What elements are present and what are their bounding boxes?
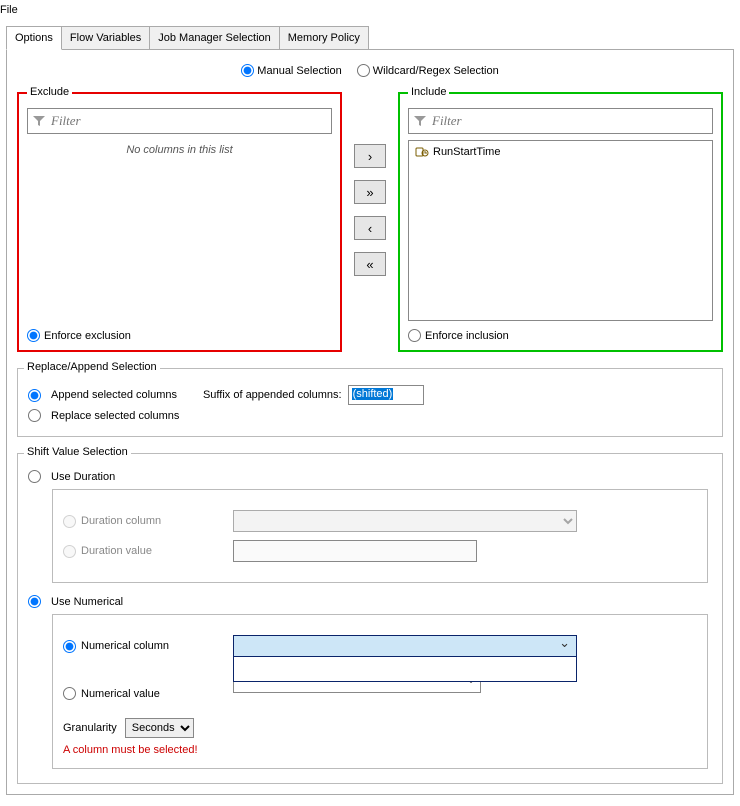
radio-manual-selection[interactable]: Manual Selection [241,64,341,77]
numerical-value-label: Numerical value [81,688,160,700]
tab-options[interactable]: Options [6,26,62,50]
move-right-button[interactable]: › [354,144,386,168]
use-numerical-label: Use Numerical [51,596,123,608]
tab-content: Manual Selection Wildcard/Regex Selectio… [6,49,734,795]
move-all-right-button[interactable]: » [354,180,386,204]
duration-column-label: Duration column [81,515,161,527]
tab-job-manager[interactable]: Job Manager Selection [149,26,280,49]
duration-value-input [233,540,477,562]
exclude-panel: Exclude No columns in this list Enforce … [17,92,342,352]
exclude-legend: Exclude [27,86,72,98]
enforce-exclusion-radio[interactable] [27,329,40,342]
duration-column-radio [63,515,76,528]
datetime-icon [415,146,429,158]
dual-list: Exclude No columns in this list Enforce … [17,92,723,352]
use-duration-radio[interactable] [28,470,41,483]
suffix-value: (shifted) [352,388,394,400]
use-duration-label: Use Duration [51,471,115,483]
numerical-column-label: Numerical column [81,640,169,652]
exclude-list: No columns in this list [27,140,332,321]
tab-flow-variables[interactable]: Flow Variables [61,26,150,49]
duration-column-combo [233,510,577,532]
numerical-column-radio[interactable] [63,640,76,653]
enforce-exclusion-label: Enforce exclusion [44,330,131,342]
suffix-label: Suffix of appended columns: [203,389,342,401]
radio-wildcard-selection[interactable]: Wildcard/Regex Selection [357,64,499,77]
transfer-buttons: › » ‹ « [354,92,386,352]
numerical-column-dropdown[interactable] [233,656,577,682]
move-left-button[interactable]: ‹ [354,216,386,240]
menu-bar: File [0,0,740,22]
numerical-inner-box: Numerical column Numerical value Gran [52,614,708,769]
list-item-label: RunStartTime [433,146,500,158]
shift-value-legend: Shift Value Selection [24,446,131,458]
tab-memory-policy[interactable]: Memory Policy [279,26,369,49]
include-list[interactable]: RunStartTime [408,140,713,321]
radio-manual-selection-input[interactable] [241,64,254,77]
enforce-inclusion-label: Enforce inclusion [425,330,509,342]
duration-value-radio [63,545,76,558]
radio-wildcard-selection-input[interactable] [357,64,370,77]
include-legend: Include [408,86,449,98]
funnel-icon [413,115,427,127]
selection-mode-row: Manual Selection Wildcard/Regex Selectio… [17,64,723,80]
replace-radio[interactable] [28,409,41,422]
numerical-column-combo[interactable] [233,635,577,657]
radio-manual-selection-label: Manual Selection [257,65,341,77]
include-filter-input[interactable] [430,112,708,130]
use-numerical-radio[interactable] [28,595,41,608]
granularity-label: Granularity [63,722,117,734]
include-filter[interactable] [408,108,713,134]
enforce-inclusion-radio[interactable] [408,329,421,342]
exclude-filter-input[interactable] [49,112,327,130]
error-message: A column must be selected! [63,744,697,756]
replace-append-group: Replace/Append Selection Append selected… [17,368,723,437]
move-all-left-button[interactable]: « [354,252,386,276]
duration-value-label: Duration value [81,545,152,557]
funnel-icon [32,115,46,127]
shift-value-group: Shift Value Selection Use Duration Durat… [17,453,723,784]
tabs: Options Flow Variables Job Manager Selec… [6,26,734,49]
tab-container: Options Flow Variables Job Manager Selec… [6,26,734,795]
granularity-combo[interactable]: Seconds [125,718,194,738]
duration-inner-box: Duration column Duration value [52,489,708,583]
append-radio[interactable] [28,389,41,402]
replace-label: Replace selected columns [51,410,179,422]
exclude-filter[interactable] [27,108,332,134]
numerical-value-radio[interactable] [63,687,76,700]
suffix-input[interactable]: (shifted) [348,385,424,405]
radio-wildcard-selection-label: Wildcard/Regex Selection [373,65,499,77]
append-label: Append selected columns [51,389,177,401]
list-item[interactable]: RunStartTime [413,145,708,159]
include-panel: Include RunStartTime [398,92,723,352]
replace-append-legend: Replace/Append Selection [24,361,160,373]
menu-file[interactable]: File [0,4,18,16]
